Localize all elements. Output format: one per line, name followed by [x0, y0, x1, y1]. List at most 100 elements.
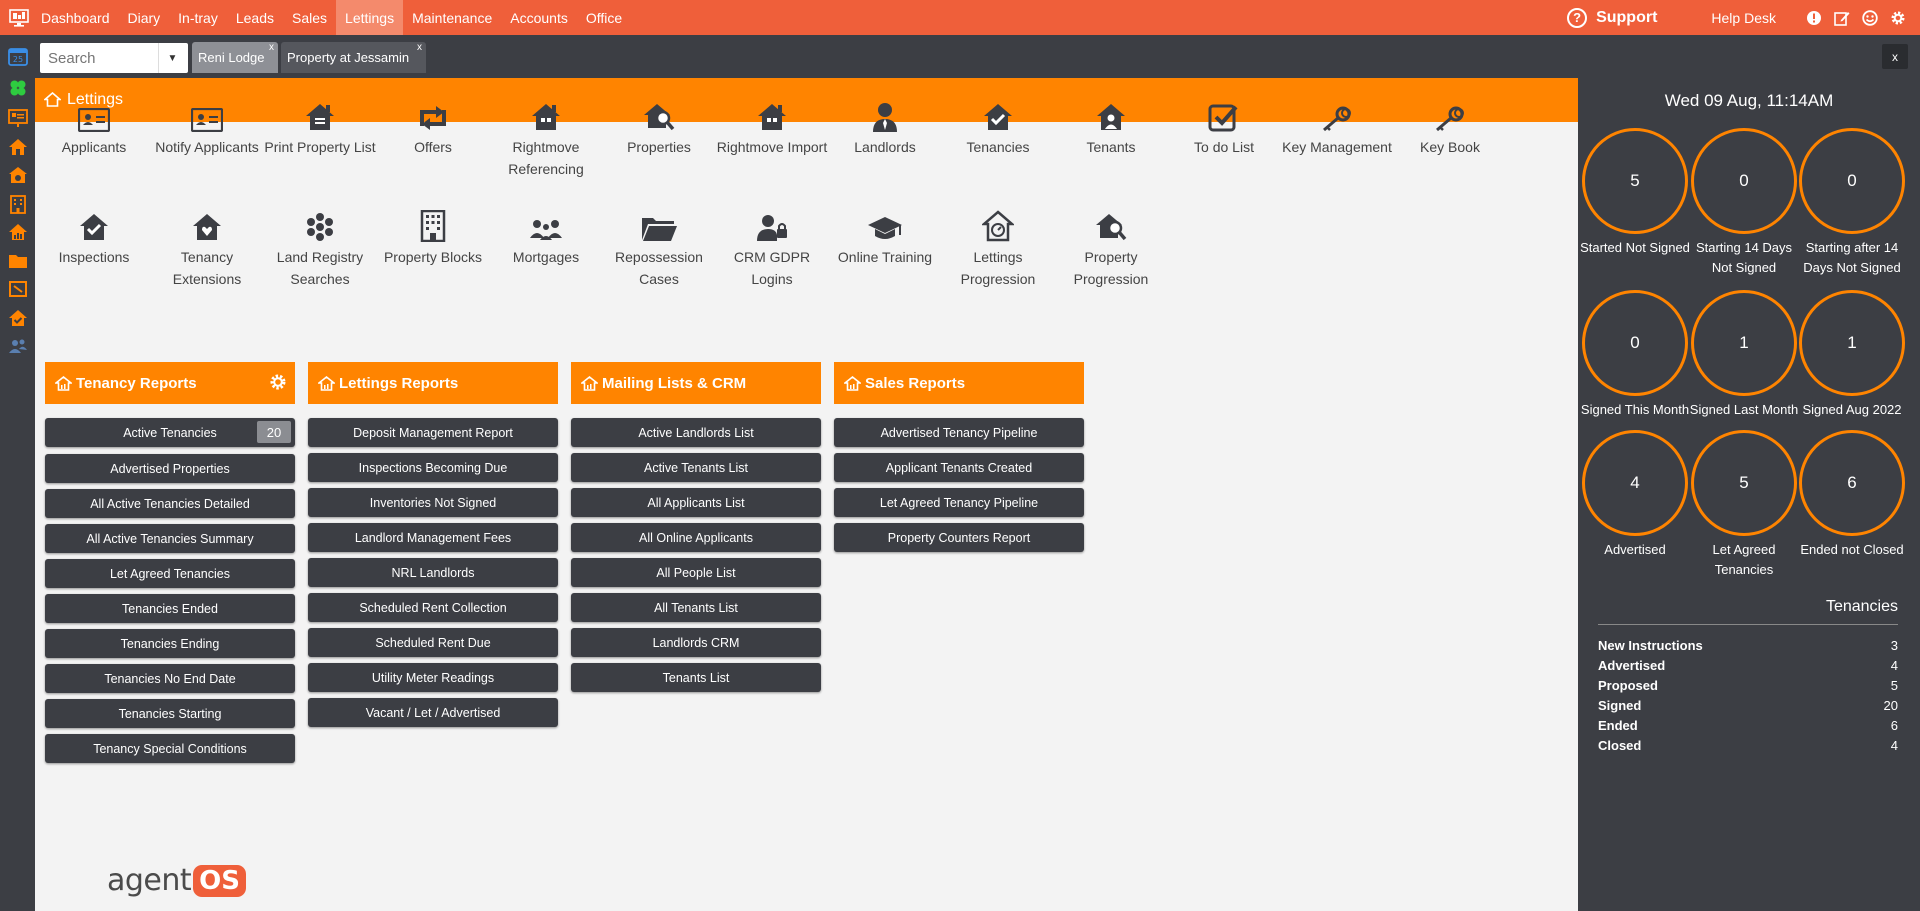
- tile-online-training[interactable]: Online Training: [829, 204, 941, 268]
- tile-land-registry-searches[interactable]: Land Registry Searches: [264, 204, 376, 290]
- chevron-down-icon[interactable]: ▼: [158, 43, 186, 73]
- gear-icon[interactable]: [1890, 10, 1906, 26]
- tenancy-summary-row[interactable]: Closed 4: [1598, 735, 1898, 755]
- tenancy-summary-row[interactable]: New Instructions 3: [1598, 635, 1898, 655]
- tile-offers[interactable]: Offers: [377, 94, 489, 158]
- gear-icon[interactable]: [269, 373, 287, 391]
- list-all-applicants[interactable]: All Applicants List: [571, 488, 821, 517]
- tile-tenancy-extensions[interactable]: Tenancy Extensions: [151, 204, 263, 290]
- report-scheduled-rent-due[interactable]: Scheduled Rent Due: [308, 628, 558, 657]
- tile-properties[interactable]: Properties: [603, 94, 715, 158]
- info-icon[interactable]: [1806, 10, 1822, 26]
- tile-property-blocks[interactable]: Property Blocks: [377, 204, 489, 268]
- tile-key-book[interactable]: Key Book: [1394, 94, 1506, 158]
- report-deposit-management[interactable]: Deposit Management Report: [308, 418, 558, 447]
- edit-icon[interactable]: [1834, 10, 1850, 26]
- calendar-icon[interactable]: 25: [7, 45, 29, 67]
- report-landlord-management-fees[interactable]: Landlord Management Fees: [308, 523, 558, 552]
- tile-notify-applicants[interactable]: Notify Applicants: [151, 94, 263, 158]
- report-let-agreed-tenancies[interactable]: Let Agreed Tenancies: [45, 559, 295, 588]
- report-property-counters[interactable]: Property Counters Report: [834, 523, 1084, 552]
- retweet-icon[interactable]: [7, 278, 29, 300]
- nav-accounts[interactable]: Accounts: [501, 0, 577, 35]
- list-tenants[interactable]: Tenants List: [571, 663, 821, 692]
- stat-circle-starting-after-14-days[interactable]: 0: [1799, 128, 1905, 234]
- list-active-landlords[interactable]: Active Landlords List: [571, 418, 821, 447]
- stat-circle-signed-last-month[interactable]: 1: [1691, 290, 1797, 396]
- tile-tenancies[interactable]: Tenancies: [942, 94, 1054, 158]
- nav-office[interactable]: Office: [577, 0, 631, 35]
- tile-inspections[interactable]: Inspections: [38, 204, 150, 268]
- stat-circle-ended-not-closed[interactable]: 6: [1799, 430, 1905, 536]
- report-utility-meter-readings[interactable]: Utility Meter Readings: [308, 663, 558, 692]
- report-tenancies-starting[interactable]: Tenancies Starting: [45, 699, 295, 728]
- nav-diary[interactable]: Diary: [119, 0, 170, 35]
- tile-to-do-list[interactable]: To do List: [1168, 94, 1280, 158]
- house-check-icon[interactable]: [7, 307, 29, 329]
- stat-circle-started-not-signed[interactable]: 5: [1582, 128, 1688, 234]
- house-icon[interactable]: [7, 136, 29, 158]
- stat-circle-let-agreed[interactable]: 5: [1691, 430, 1797, 536]
- tile-print-property-list[interactable]: Print Property List: [264, 94, 376, 158]
- helpdesk-link[interactable]: Help Desk: [1711, 10, 1776, 26]
- tile-rightmove-import[interactable]: Rightmove Import: [716, 94, 828, 158]
- tab-close-icon[interactable]: x: [269, 42, 274, 53]
- tile-mortgages[interactable]: Mortgages: [490, 204, 602, 268]
- nav-sales[interactable]: Sales: [283, 0, 336, 35]
- stat-circle-signed-this-month[interactable]: 0: [1582, 290, 1688, 396]
- house-chart-icon[interactable]: [7, 221, 29, 243]
- list-landlords-crm[interactable]: Landlords CRM: [571, 628, 821, 657]
- list-active-tenants[interactable]: Active Tenants List: [571, 453, 821, 482]
- tenancy-summary-row[interactable]: Proposed 5: [1598, 675, 1898, 695]
- report-scheduled-rent-collection[interactable]: Scheduled Rent Collection: [308, 593, 558, 622]
- report-vacant-let-advertised[interactable]: Vacant / Let / Advertised: [308, 698, 558, 727]
- report-active-tenancies[interactable]: Active Tenancies 20: [45, 418, 295, 447]
- search-input[interactable]: [40, 49, 158, 67]
- nav-lettings[interactable]: Lettings: [336, 0, 404, 35]
- tab-close-icon[interactable]: x: [417, 42, 422, 53]
- tile-landlords[interactable]: Landlords: [829, 94, 941, 158]
- report-inspections-becoming-due[interactable]: Inspections Becoming Due: [308, 453, 558, 482]
- report-inventories-not-signed[interactable]: Inventories Not Signed: [308, 488, 558, 517]
- camera-icon[interactable]: [7, 164, 29, 186]
- report-all-active-tenancies-detailed[interactable]: All Active Tenancies Detailed: [45, 489, 295, 518]
- report-advertised-properties[interactable]: Advertised Properties: [45, 454, 295, 483]
- report-applicant-tenants-created[interactable]: Applicant Tenants Created: [834, 453, 1084, 482]
- tile-property-progression[interactable]: Property Progression: [1055, 204, 1167, 290]
- list-all-tenants[interactable]: All Tenants List: [571, 593, 821, 622]
- users-icon[interactable]: [7, 335, 29, 357]
- list-all-online-applicants[interactable]: All Online Applicants: [571, 523, 821, 552]
- tile-applicants[interactable]: Applicants: [38, 94, 150, 158]
- tile-lettings-progression[interactable]: Lettings Progression: [942, 204, 1054, 290]
- report-let-agreed-tenancy-pipeline[interactable]: Let Agreed Tenancy Pipeline: [834, 488, 1084, 517]
- nav-dashboard[interactable]: Dashboard: [32, 0, 119, 35]
- tile-repossession-cases[interactable]: Repossession Cases: [603, 204, 715, 290]
- nav-leads[interactable]: Leads: [227, 0, 283, 35]
- tab-reni-lodge[interactable]: Reni Lodge x: [192, 42, 278, 73]
- folder-icon[interactable]: [7, 250, 29, 272]
- nav-in-tray[interactable]: In-tray: [169, 0, 227, 35]
- stat-circle-signed-aug-2022[interactable]: 1: [1799, 290, 1905, 396]
- nav-maintenance[interactable]: Maintenance: [403, 0, 501, 35]
- report-all-active-tenancies-summary[interactable]: All Active Tenancies Summary: [45, 524, 295, 553]
- stat-circle-advertised[interactable]: 4: [1582, 430, 1688, 536]
- tile-tenants[interactable]: Tenants: [1055, 94, 1167, 158]
- close-all-tabs-button[interactable]: x: [1882, 44, 1908, 69]
- tile-rightmove-referencing[interactable]: Rightmove Referencing: [490, 94, 602, 180]
- clover-icon[interactable]: [7, 77, 29, 99]
- tab-property-at-jessamin[interactable]: Property at Jessamin x: [281, 42, 426, 73]
- smile-icon[interactable]: [1862, 9, 1878, 26]
- support-link[interactable]: ? Support: [1567, 7, 1657, 28]
- tenancy-summary-row[interactable]: Signed 20: [1598, 695, 1898, 715]
- presentation-icon[interactable]: [7, 107, 29, 129]
- report-nrl-landlords[interactable]: NRL Landlords: [308, 558, 558, 587]
- report-tenancies-ended[interactable]: Tenancies Ended: [45, 594, 295, 623]
- tile-crm-gdpr-logins[interactable]: CRM GDPR Logins: [716, 204, 828, 290]
- report-tenancies-no-end-date[interactable]: Tenancies No End Date: [45, 664, 295, 693]
- report-advertised-tenancy-pipeline[interactable]: Advertised Tenancy Pipeline: [834, 418, 1084, 447]
- building-icon[interactable]: [7, 193, 29, 215]
- monitor-icon[interactable]: [6, 5, 32, 31]
- list-all-people[interactable]: All People List: [571, 558, 821, 587]
- tenancy-summary-row[interactable]: Ended 6: [1598, 715, 1898, 735]
- tenancy-summary-row[interactable]: Advertised 4: [1598, 655, 1898, 675]
